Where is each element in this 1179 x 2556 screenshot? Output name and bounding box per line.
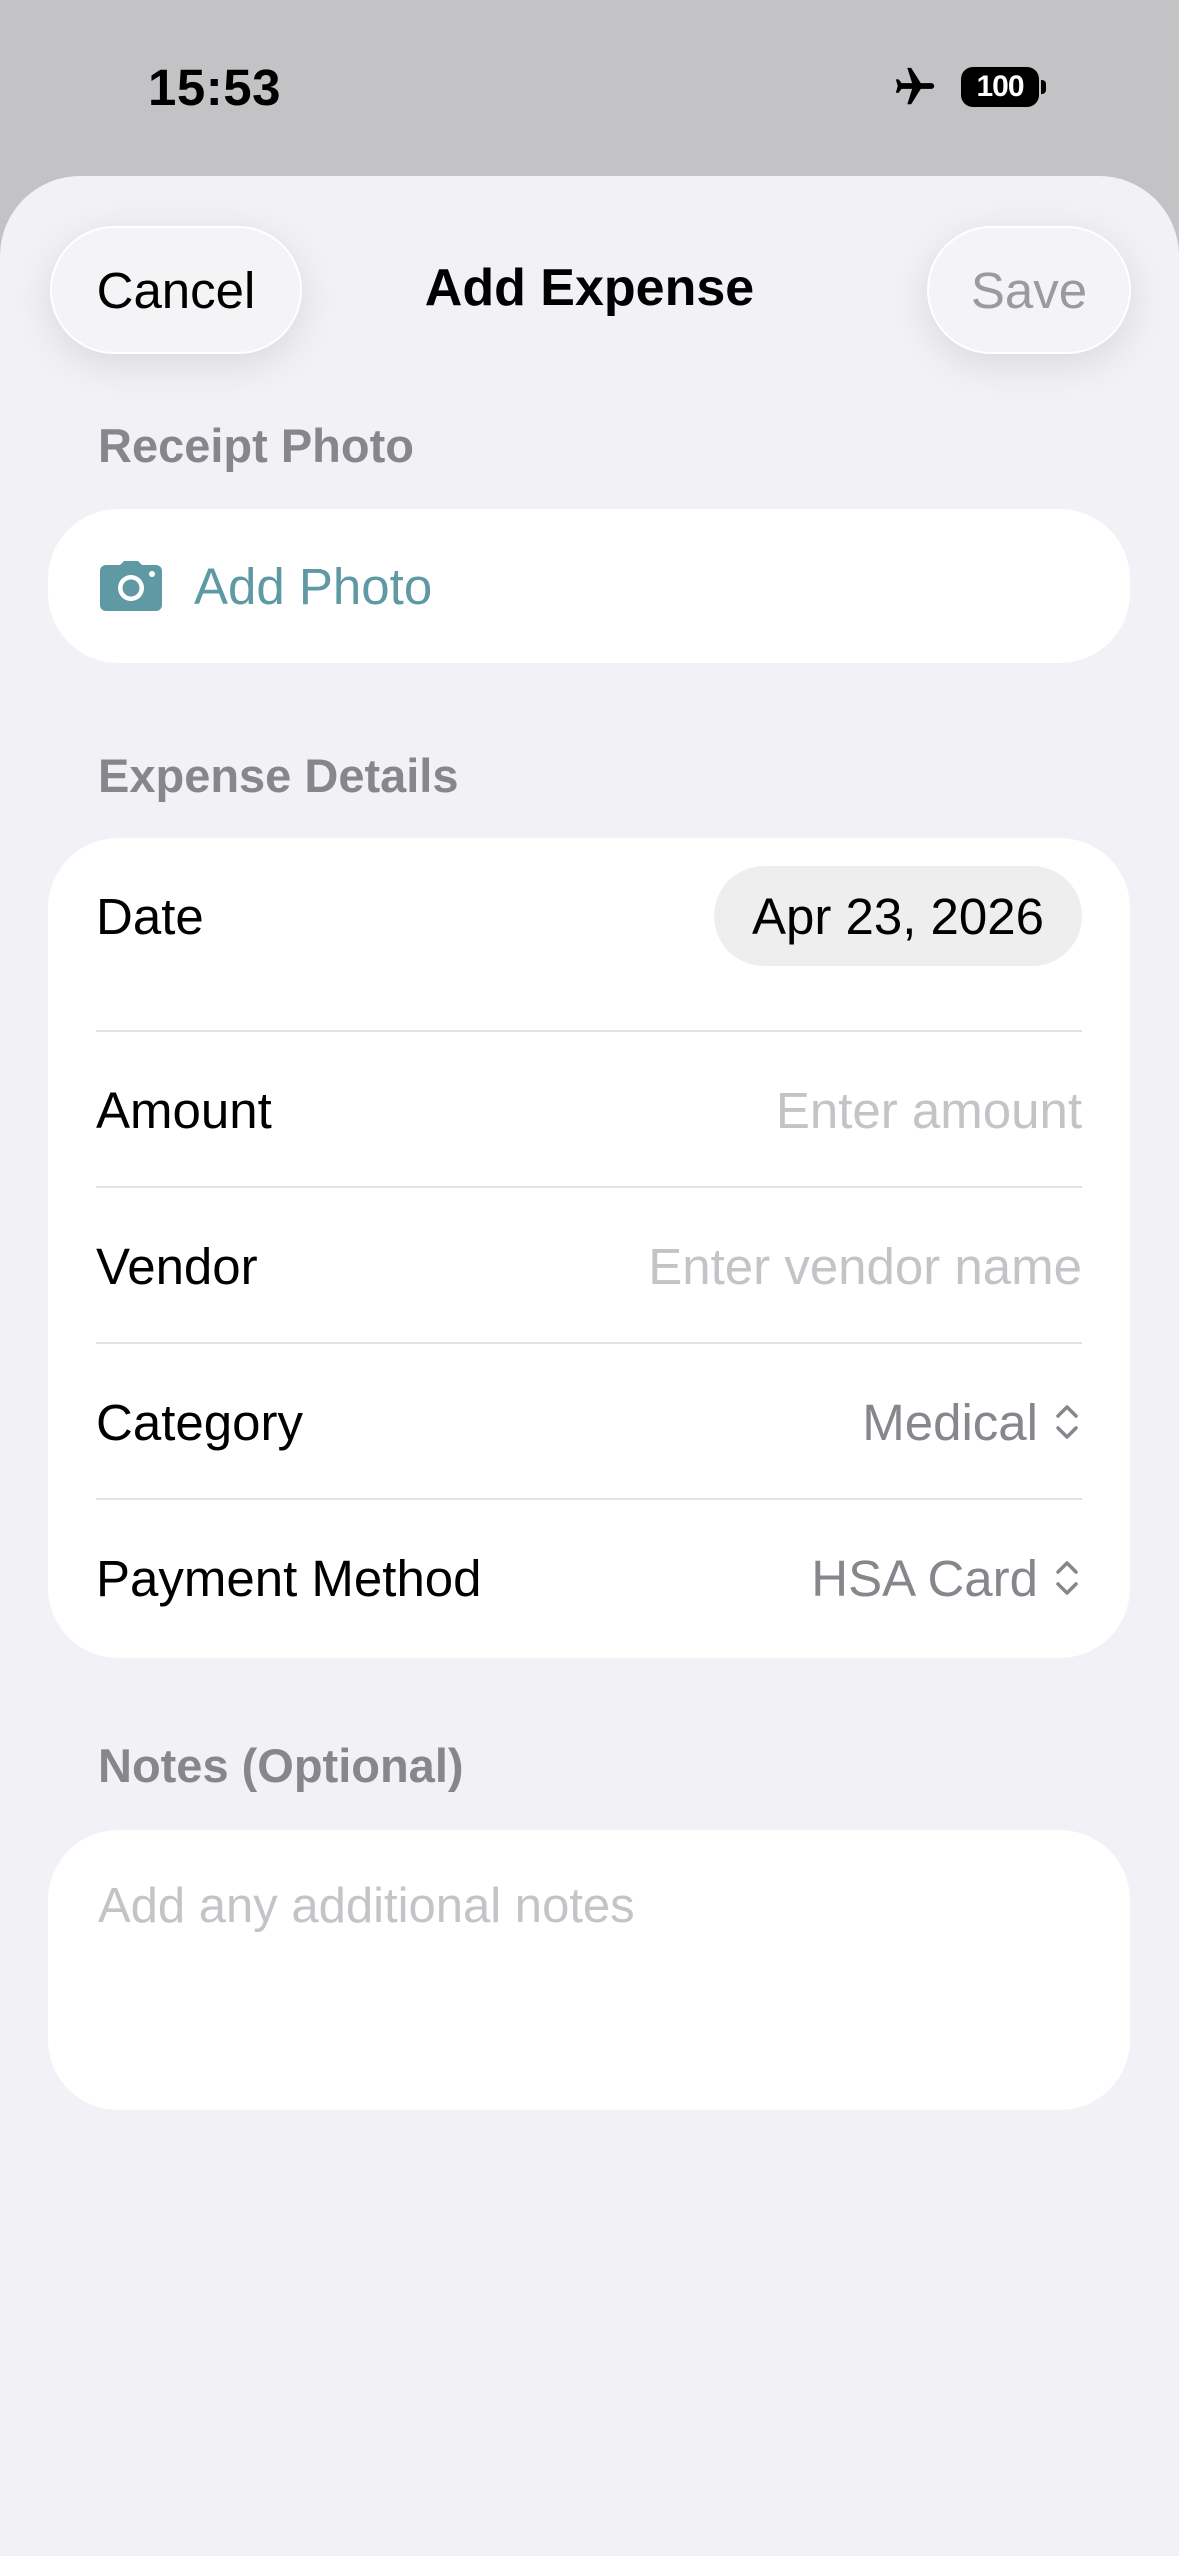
category-value: Medical (862, 1393, 1038, 1451)
notes-section-label: Notes (Optional) (98, 1739, 464, 1792)
payment-method-picker[interactable]: HSA Card (811, 1549, 1082, 1608)
status-time: 15:53 (148, 59, 281, 116)
amount-row: Amount Enter amount (96, 1032, 1082, 1188)
chevron-up-down-icon (1056, 1561, 1078, 1595)
airplane-icon (895, 67, 935, 105)
category-picker[interactable]: Medical (862, 1393, 1082, 1452)
notes-field[interactable]: Add any additional notes (48, 1830, 1130, 2110)
notes-placeholder: Add any additional notes (98, 1879, 635, 1933)
save-button[interactable]: Save (927, 226, 1131, 354)
amount-label: Amount (96, 1081, 272, 1139)
status-bar: 15:53 100 (0, 0, 1179, 176)
add-photo-button[interactable]: Add Photo (48, 509, 1130, 663)
date-picker[interactable]: Apr 23, 2026 (713, 866, 1082, 966)
payment-method-label: Payment Method (96, 1549, 482, 1607)
battery-level: 100 (976, 70, 1024, 103)
chevron-up-down-icon (1056, 1405, 1078, 1439)
status-icons: 100 (889, 64, 1046, 110)
add-expense-sheet: Cancel Add Expense Save Receipt Photo Ad… (0, 176, 1179, 2556)
category-label: Category (96, 1393, 303, 1451)
battery-indicator: 100 (961, 67, 1046, 107)
camera-icon (100, 561, 162, 611)
expense-details-section-label: Expense Details (98, 749, 459, 802)
receipt-photo-section-label: Receipt Photo (98, 419, 414, 472)
vendor-label: Vendor (96, 1237, 258, 1295)
vendor-row: Vendor Enter vendor name (96, 1188, 1082, 1344)
vendor-field[interactable]: Enter vendor name (648, 1237, 1082, 1296)
amount-field[interactable]: Enter amount (776, 1081, 1082, 1140)
payment-method-row: Payment Method HSA Card (96, 1500, 1082, 1656)
expense-details-card: Date Apr 23, 2026 Amount Enter amount Ve… (48, 838, 1130, 1658)
payment-method-value: HSA Card (811, 1549, 1038, 1607)
add-photo-label: Add Photo (194, 557, 433, 615)
date-label: Date (96, 887, 204, 945)
category-row: Category Medical (96, 1344, 1082, 1500)
date-row: Date Apr 23, 2026 (96, 838, 1082, 994)
